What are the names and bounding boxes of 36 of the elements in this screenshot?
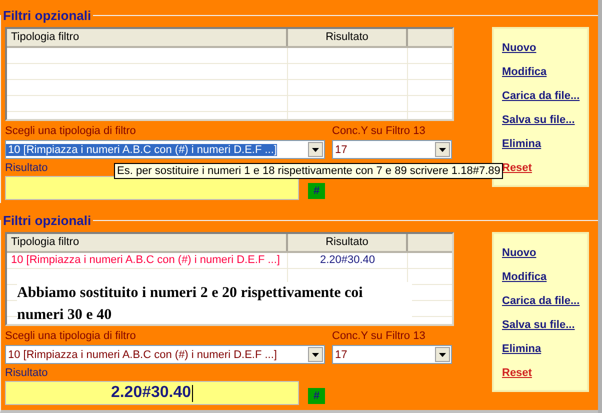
column-header[interactable]: Risultato	[288, 234, 408, 251]
action-link[interactable]: Carica da file...	[502, 90, 587, 104]
annotation-text: Abbiamo sostituito i numeri 2 e 20 rispettivamente coi numeri 30 e 40	[17, 282, 412, 324]
conc-label: Conc.Y su Filtro 13	[332, 125, 426, 138]
action-link[interactable]: Salva su file...	[502, 319, 587, 333]
column-header[interactable]: Risultato	[288, 29, 408, 46]
table-cell: 10 [Rimpiazza i numeri A.B.C con (#) i numeri D.E.F ...]	[7, 253, 288, 268]
action-link[interactable]: Nuovo	[502, 42, 587, 56]
panel-legend: Filtri opzionali	[1, 213, 94, 228]
action-link[interactable]: Reset	[502, 162, 587, 176]
hash-button[interactable]: #	[308, 388, 325, 404]
result-label: Risultato	[5, 367, 48, 380]
conc-dropdown[interactable]: 17	[332, 140, 452, 159]
action-link[interactable]: Nuovo	[502, 247, 587, 261]
filter-label: Scegli una tipologia di filtro	[5, 125, 137, 138]
result-field[interactable]: 2.20#30.40	[5, 381, 299, 405]
action-link[interactable]: Elimina	[502, 343, 587, 357]
result-label: Risultato	[5, 162, 48, 175]
tooltip: Es. per sostituire i numeri 1 e 18 rispettivamente con 7 e 89 scrivere 1.18#7.89	[114, 163, 504, 179]
conc-label: Conc.Y su Filtro 13	[332, 330, 426, 343]
action-link[interactable]: Carica da file...	[502, 295, 587, 309]
result-field[interactable]	[5, 176, 299, 200]
filter-label: Scegli una tipologia di filtro	[5, 330, 137, 343]
column-header[interactable]: Tipologia filtro	[7, 29, 288, 46]
action-link[interactable]: Modifica	[502, 271, 587, 285]
action-link[interactable]: Elimina	[502, 138, 587, 152]
filter-dropdown[interactable]: 10 [Rimpiazza i numeri A.B.C con (#) i numeri D.E.F ...]	[5, 140, 325, 159]
column-header[interactable]: Tipologia filtro	[7, 234, 288, 251]
conc-dropdown[interactable]: 17	[332, 345, 452, 364]
hash-button[interactable]: #	[308, 183, 325, 199]
panel-legend: Filtri opzionali	[1, 8, 94, 23]
action-link[interactable]: Reset	[502, 367, 587, 381]
action-link[interactable]: Salva su file...	[502, 114, 587, 128]
filter-dropdown[interactable]: 10 [Rimpiazza i numeri A.B.C con (#) i numeri D.E.F ...]	[5, 345, 325, 364]
action-link[interactable]: Modifica	[502, 66, 587, 80]
table-cell: 2.20#30.40	[288, 253, 408, 268]
